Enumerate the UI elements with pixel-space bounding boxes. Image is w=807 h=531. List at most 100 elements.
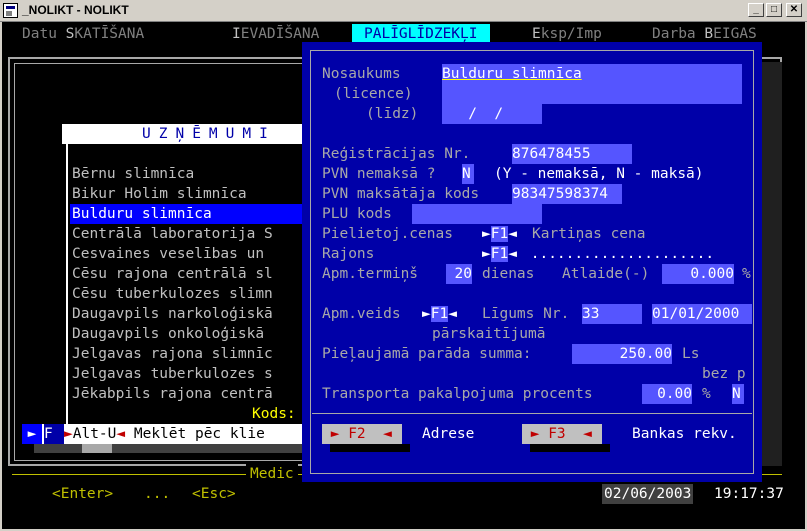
ligums-date-field[interactable]: 01/01/2000 (652, 304, 752, 324)
pielietoj-label: Pielietoj.cenas (322, 226, 453, 242)
menu-text: KATĪŠANA (74, 26, 145, 42)
menu-text: EVADĪŠANA (240, 26, 320, 42)
dots-key: ... (144, 486, 171, 502)
list-item[interactable]: Bikur Holim slimnīca (72, 184, 247, 204)
arrow-left-icon: ◄ (116, 426, 126, 442)
close-button[interactable]: ✕ (786, 3, 802, 17)
menu-text: Darba (652, 26, 705, 42)
plu-label: PLU kods (322, 206, 392, 222)
f3-label: F3 (548, 426, 566, 442)
apm-veids-f1-key[interactable]: ►F1◄ (422, 304, 457, 324)
hint-search-text: Meklēt pēc klie (125, 426, 265, 442)
ligums-field[interactable]: 33 (582, 304, 642, 324)
hint-arrow-icon: ► (22, 424, 42, 444)
apm-termins-label: Apm.termiņš (322, 266, 419, 282)
list-item[interactable]: Centrālā laboratorija S (72, 224, 273, 244)
f2-button-shadow (330, 444, 410, 452)
menu-text: EIGAS (713, 26, 757, 42)
title-bar: _NOLIKT - NOLIKT _ □ ✕ (0, 0, 807, 22)
medic-label: Medic (246, 464, 298, 484)
minimize-button[interactable]: _ (748, 3, 764, 17)
f1-label: F1 (430, 306, 449, 322)
list-item[interactable]: Jelgavas rajona slimnīc (72, 344, 273, 364)
list-item[interactable]: Cēsu tuberkulozes slimn (72, 284, 273, 304)
pvn-nemaksa-label: PVN nemaksā ? (322, 166, 436, 182)
maximize-button[interactable]: □ (766, 3, 782, 17)
menu-eksp-imp[interactable]: Eksp/Imp (532, 24, 602, 44)
transport-label: Transporta pakalpojuma procents (322, 386, 593, 402)
parada-label: Pieļaujamā parāda summa: (322, 346, 532, 362)
menu-hotkey: I (232, 26, 241, 42)
rajons-value: ..................... (522, 246, 715, 262)
apm-veids-label: Apm.veids (322, 306, 401, 322)
menu-datu-skatisana[interactable]: Datu SKATĪŠANA (22, 24, 144, 44)
nosaukums-value: Bulduru slimnīca (442, 66, 582, 82)
parada-currency: Ls (682, 346, 700, 362)
ligums-label: Līgums Nr. (482, 306, 570, 322)
menu-hotkey: E (532, 26, 541, 42)
transport-flag-field[interactable]: N (732, 384, 744, 404)
enter-key[interactable]: <Enter> (52, 484, 113, 504)
f3-bank-button[interactable]: ► F3 ◄ (522, 424, 602, 444)
plu-field[interactable] (412, 204, 542, 224)
menu-text: ksp/Imp (540, 26, 602, 42)
licence-label: (licence) (334, 86, 413, 102)
hint-alt-u[interactable]: ►Alt-U◄ Meklēt pēc klie (64, 424, 265, 444)
f2-address-button[interactable]: ► F2 ◄ (322, 424, 402, 444)
f2-label: F2 (348, 426, 366, 442)
hint-f-key[interactable]: F (44, 424, 64, 444)
dienas-label: dienas (482, 266, 535, 282)
list-item-selected[interactable]: Bulduru slimnīca (72, 204, 212, 224)
menu-hotkey: B (704, 26, 714, 42)
atlaide-percent: % (742, 266, 751, 282)
f3-text: Bankas rekv. (632, 426, 737, 442)
nosaukums-label: Nosaukums (322, 66, 401, 82)
rajons-f1-key[interactable]: ►F1◄ (482, 244, 517, 264)
arrow-left-icon: ◄ (508, 246, 517, 262)
list-item[interactable]: Jelgavas tuberkulozes s (72, 364, 273, 384)
pvn-nemaksa-field[interactable]: N (462, 164, 474, 184)
atlaide-field[interactable]: 0.000 (662, 264, 734, 284)
status-date: 02/06/2003 (602, 484, 694, 504)
transport-field[interactable]: 0.00 (642, 384, 692, 404)
list-item[interactable]: Jēkabpils rajona centrā (72, 384, 273, 404)
pielietoj-f1-key[interactable]: ►F1◄ (482, 224, 517, 244)
reg-label: Reģistrācijas Nr. (322, 146, 471, 162)
list-item[interactable]: Bērnu slimnīca (72, 164, 194, 184)
menu-paligliidzekli[interactable]: PALĪGLĪDZEKĻI (352, 24, 490, 44)
nosaukums-field[interactable]: Bulduru slimnīca (442, 64, 742, 104)
apm-termins-field[interactable]: 20 (446, 264, 472, 284)
pvn-kods-label: PVN maksātāja kods (322, 186, 480, 202)
status-time: 19:17:37 (714, 486, 784, 502)
hint-shadow (34, 444, 308, 453)
arrow-left-icon: ◄ (365, 426, 392, 442)
list-header: UZŅĒMUMI (62, 124, 308, 144)
parada-field[interactable]: 250.00 (572, 344, 672, 364)
bez-p-label: bez p (702, 366, 746, 382)
pvn-kods-field[interactable]: 98347598374 (512, 184, 622, 204)
parskaitijums-label: pārskaitījumā (432, 326, 546, 342)
menu-hotkey: PALĪGLĪDZEKĻI (364, 26, 478, 42)
arrow-left-icon: ◄ (565, 426, 592, 442)
menu-ievadisana[interactable]: IEVADĪŠANA (232, 24, 319, 44)
app-icon[interactable] (3, 3, 18, 18)
kods-label: Kods: (252, 406, 296, 422)
lidz-date-field[interactable]: / / (442, 104, 542, 124)
list-item[interactable]: Cēsu rajona centrālā sl (72, 264, 273, 284)
arrow-right-icon: ► (422, 306, 431, 322)
lidz-label: (līdz) (366, 106, 419, 122)
menu-darba-beigas[interactable]: Darba BEIGAS (652, 24, 757, 44)
arrow-right-icon: ► (482, 226, 491, 242)
hint-shadow-light (82, 444, 112, 453)
alt-u-label: Alt-U (72, 426, 117, 442)
list-item[interactable]: Cesvaines veselības un (72, 244, 273, 264)
list-item[interactable]: Daugavpils onkoloģiskā (72, 324, 273, 344)
arrow-right-icon: ► (322, 426, 349, 442)
pvn-nemaksa-hint: (Y - nemaksā, N - maksā) (494, 166, 704, 182)
f1-label: F1 (490, 246, 509, 262)
reg-field[interactable]: 876478455 (512, 144, 632, 164)
f3-button-shadow (530, 444, 610, 452)
list-item[interactable]: Daugavpils narkoloģiskā (72, 304, 273, 324)
window-title: _NOLIKT - NOLIKT (22, 3, 129, 17)
esc-key[interactable]: <Esc> (192, 484, 236, 504)
